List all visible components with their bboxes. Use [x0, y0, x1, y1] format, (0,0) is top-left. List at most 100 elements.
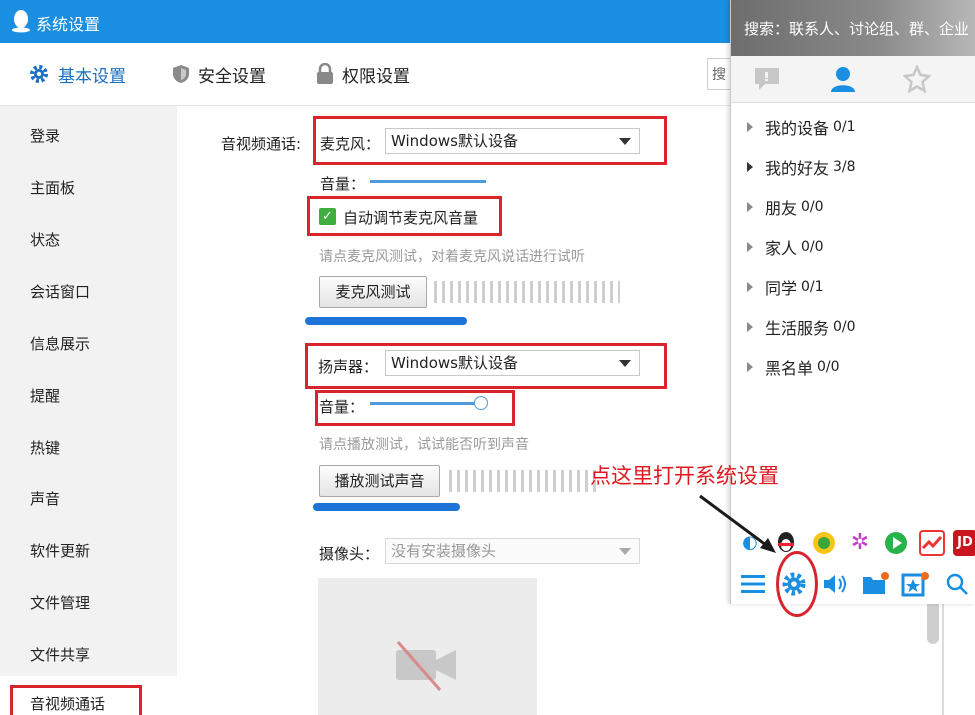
tab-security-settings-label: 安全设置: [198, 66, 266, 87]
volume-icon[interactable]: [821, 570, 849, 598]
window-title: 系统设置: [36, 15, 101, 34]
mic-select[interactable]: Windows默认设备: [385, 128, 640, 154]
group-name: 我的设备: [765, 119, 830, 138]
expand-arrow-icon: [747, 242, 753, 252]
jd-icon[interactable]: JD: [953, 530, 975, 556]
chevron-down-icon: [619, 138, 631, 145]
sidebar-item-main-panel[interactable]: 主面板: [30, 177, 75, 198]
contacts-icon: [831, 67, 855, 92]
speaker-volume-label: 音量：: [319, 398, 365, 416]
highlight-box-av-call: [10, 685, 142, 715]
qq-group-friends[interactable]: 朋友 0/0: [747, 195, 824, 219]
sidebar-item-hotkey[interactable]: 热键: [30, 437, 60, 458]
stock-icon[interactable]: [919, 530, 945, 556]
camera-off-icon: [396, 641, 456, 691]
tab-security-settings[interactable]: 安全设置: [172, 43, 266, 105]
sidebar-item-software-update[interactable]: 软件更新: [30, 540, 90, 561]
blue-ink-underline: [305, 317, 467, 325]
group-count: 0/0: [833, 319, 856, 335]
mic-select-value: Windows默认设备: [391, 132, 518, 150]
sidebar-item-sound[interactable]: 声音: [30, 488, 60, 509]
expand-arrow-icon: [747, 122, 753, 132]
qq-group-classmates[interactable]: 同学 0/1: [747, 275, 824, 299]
sidebar-item-reminder[interactable]: 提醒: [30, 385, 60, 406]
qq-group-my-friends[interactable]: 我的好友 3/8: [747, 155, 856, 179]
annotation-arrow-icon: [699, 494, 776, 553]
qq-group-blacklist[interactable]: 黑名单 0/0: [747, 355, 840, 379]
group-count: 0/0: [801, 199, 824, 215]
expand-arrow-icon: [747, 202, 753, 212]
flower-icon[interactable]: ✲: [847, 530, 873, 556]
sidebar-item-file-share[interactable]: 文件共享: [30, 644, 90, 665]
camera-select-value: 没有安装摄像头: [391, 542, 497, 560]
sidebar-item-chat-window[interactable]: 会话窗口: [30, 281, 90, 302]
mic-test-button[interactable]: 麦克风测试: [319, 276, 427, 308]
tab-basic-settings[interactable]: 基本设置: [28, 43, 126, 105]
group-count: 0/0: [817, 359, 840, 375]
favorites-icon: [903, 65, 931, 93]
tab-permission-settings-label: 权限设置: [342, 66, 410, 87]
video-play-icon[interactable]: [883, 530, 909, 556]
group-name: 生活服务: [765, 319, 830, 338]
mic-volume-label: 音量：: [320, 175, 366, 193]
group-name: 我的好友: [765, 159, 830, 178]
expand-arrow-icon: [747, 362, 753, 372]
speaker-level-meter: [449, 470, 599, 492]
group-count: 0/1: [801, 279, 824, 295]
qq-group-my-devices[interactable]: 我的设备 0/1: [747, 115, 856, 139]
group-name: 黑名单: [765, 359, 814, 378]
qq-tab-favorites[interactable]: [897, 60, 937, 98]
group-count: 0/1: [833, 119, 856, 135]
speaker-label: 扬声器：: [318, 358, 379, 376]
qq-tab-messages[interactable]: [747, 60, 787, 98]
sidebar-item-status[interactable]: 状态: [30, 229, 60, 250]
group-name: 家人: [765, 239, 798, 258]
expand-arrow-icon: [747, 282, 753, 292]
folder-icon[interactable]: [861, 570, 889, 598]
tab-permission-settings[interactable]: 权限设置: [316, 43, 410, 105]
tab-basic-settings-label: 基本设置: [58, 66, 126, 87]
blue-ink-underline: [313, 503, 460, 511]
speaker-select[interactable]: Windows默认设备: [385, 350, 640, 376]
auto-adjust-label: 自动调节麦克风音量: [343, 209, 479, 227]
sidebar-item-file-management[interactable]: 文件管理: [30, 592, 90, 613]
play-test-button[interactable]: 播放测试声音: [319, 465, 440, 497]
qq-logo-icon: [12, 10, 30, 33]
group-name: 朋友: [765, 199, 798, 218]
settings-sidebar: 登录 主面板 状态 会话窗口 信息展示 提醒 热键 声音 软件更新 文件管理 文…: [0, 106, 177, 715]
qq-group-family[interactable]: 家人 0/0: [747, 235, 824, 259]
gear-icon: [30, 65, 48, 83]
qq-tab-bar: [731, 56, 975, 103]
sidebar-item-info-display[interactable]: 信息展示: [30, 333, 90, 354]
search-icon[interactable]: [943, 570, 971, 598]
highlight-circle-settings-gear: [776, 551, 818, 617]
lock-icon: [317, 63, 333, 84]
auto-adjust-checkbox[interactable]: ✓: [319, 208, 336, 225]
message-icon: [755, 68, 779, 90]
camera-label: 摄像头：: [319, 545, 380, 563]
qq-tool-row: [731, 564, 975, 604]
app-box-icon[interactable]: [901, 570, 929, 598]
shield-icon: [173, 65, 189, 83]
chevron-down-icon: [619, 360, 631, 367]
menu-icon[interactable]: [739, 570, 767, 598]
annotation-text: 点这里打开系统设置: [590, 464, 779, 488]
scrollbar-thumb[interactable]: [927, 600, 939, 644]
mic-level-meter: [434, 281, 620, 303]
camera-preview: [318, 578, 537, 715]
qq-tab-contacts[interactable]: [823, 60, 863, 98]
group-count: 0/0: [801, 239, 824, 255]
av-section-label: 音视频通话:: [221, 135, 302, 153]
mic-volume-slider[interactable]: [370, 180, 486, 183]
mic-label: 麦克风：: [320, 135, 381, 153]
mic-hint: 请点麦克风测试，对着麦克风说话进行试听: [319, 249, 585, 265]
chevron-down-icon: [619, 548, 631, 555]
camera-select[interactable]: 没有安装摄像头: [385, 538, 640, 564]
qq-search-bar[interactable]: 搜索：联系人、讨论组、群、企业: [731, 0, 975, 56]
mic-volume-fill: [370, 180, 486, 183]
speaker-volume-slider[interactable]: [370, 396, 489, 410]
sidebar-item-login[interactable]: 登录: [30, 125, 60, 146]
speaker-select-value: Windows默认设备: [391, 354, 518, 372]
music-icon[interactable]: [811, 530, 837, 556]
qq-group-life-services[interactable]: 生活服务 0/0: [747, 315, 856, 339]
